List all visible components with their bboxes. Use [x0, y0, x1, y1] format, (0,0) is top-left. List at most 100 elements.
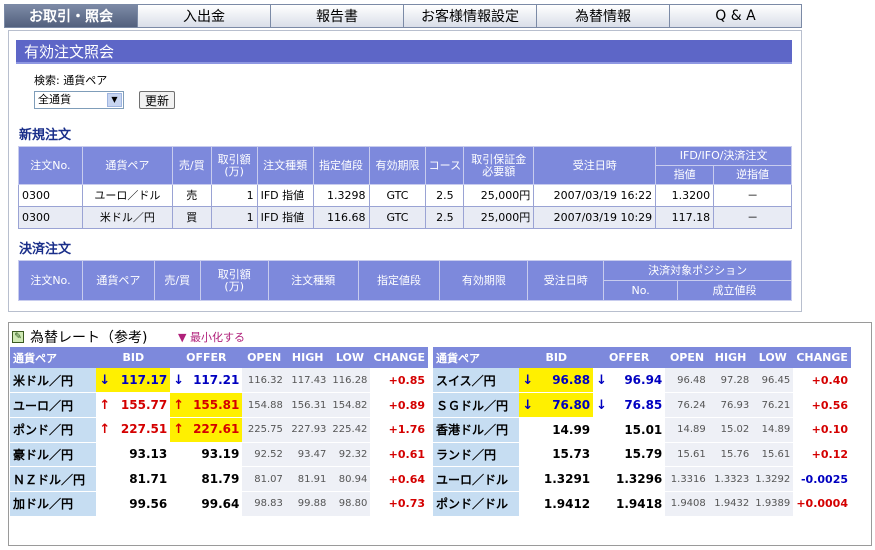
- change-value: +0.12: [793, 442, 851, 468]
- chevron-down-icon[interactable]: ▼: [107, 93, 122, 107]
- arrow-down-icon: ↓: [522, 397, 534, 413]
- open-value: 81.07: [242, 466, 286, 492]
- rate-row[interactable]: ランド／円 15.73 15.79 15.61 15.76 15.61 +0.12: [433, 442, 851, 468]
- rate-row[interactable]: ポンド／ドル 1.9412 1.9418 1.9408 1.9432 1.9389 +0.0…: [433, 491, 851, 517]
- low-value: 96.45: [752, 368, 794, 394]
- currency-pair: ユーロ／円: [10, 392, 97, 418]
- rate-row[interactable]: ポンド／円 ↑ 227.51 ↑ 227.61 225.75 227.93 225.42 +1.…: [10, 417, 428, 443]
- offer-cell: ↑ 155.81: [170, 392, 243, 418]
- table-cell: 買: [171, 206, 212, 229]
- low-value: 98.80: [329, 491, 371, 517]
- table-cell: 2007/03/19 16:22: [533, 184, 657, 207]
- bid-value: 15.73: [552, 447, 591, 462]
- table-row[interactable]: 0300 米ドル／円買 1 IFD 指値 116.68 GTC 2.5 25,000円 2007…: [18, 206, 792, 229]
- table-cell: 1: [210, 206, 258, 229]
- table-cell: －: [713, 206, 792, 229]
- rates-column-header: LOW: [329, 347, 371, 368]
- currency-pair: ポンド／ドル: [433, 491, 520, 517]
- table-cell: 2.5: [425, 184, 465, 207]
- main-tabs: お取引・照会 入出金 報告書 お客様情報設定 為替情報 Q & A: [4, 4, 802, 28]
- rates-column-header: HIGH: [708, 347, 753, 368]
- high-value: 156.31: [285, 392, 330, 418]
- currency-pair: スイス／円: [433, 368, 520, 394]
- column-header: コース: [425, 146, 465, 185]
- minimize-link[interactable]: ▼ 最小化する: [178, 329, 245, 345]
- high-value: 117.43: [285, 368, 330, 394]
- column-header: 注文No.: [18, 146, 83, 185]
- bid-cell: 14.99: [519, 417, 594, 443]
- tab-fx-info[interactable]: 為替情報: [536, 4, 669, 28]
- rates-column-header: LOW: [752, 347, 794, 368]
- change-value: +0.56: [793, 392, 851, 418]
- currency-pair: ＮＺドル／円: [10, 466, 97, 492]
- rate-row[interactable]: ユーロ／ドル 1.3291 1.3296 1.3316 1.3323 1.3292 -0.0…: [433, 466, 851, 492]
- rates-column-header: 通貨ペア: [433, 347, 520, 368]
- bid-value: 99.56: [129, 496, 168, 511]
- column-header: 決済対象ポジション: [603, 260, 792, 281]
- currency-pair: ＳＧドル／円: [433, 392, 520, 418]
- rate-row[interactable]: ユーロ／円 ↑ 155.77 ↑ 155.81 154.88 156.31 154.82 +0.…: [10, 392, 428, 418]
- column-header: 取引額 (万): [199, 260, 269, 301]
- low-value: 15.61: [752, 442, 794, 468]
- search-label: 検索: 通貨ペア: [34, 74, 108, 87]
- open-value: 76.24: [665, 392, 709, 418]
- tab-reports[interactable]: 報告書: [270, 4, 403, 28]
- rate-row[interactable]: スイス／円 ↓ 96.88 ↓ 96.94 96.48 97.28 96.45 +0.40: [433, 368, 851, 394]
- rate-row[interactable]: 豪ドル／円 93.13 93.19 92.52 93.47 92.32 +0.61: [10, 442, 428, 468]
- column-header: 売/買: [153, 260, 201, 301]
- column-header: 取引保証金 必要額: [463, 146, 535, 185]
- high-value: 1.3323: [708, 466, 753, 492]
- tab-deposit[interactable]: 入出金: [137, 4, 270, 28]
- rates-column-header: OFFER: [170, 347, 243, 368]
- open-value: 98.83: [242, 491, 286, 517]
- rate-row[interactable]: 加ドル／円 99.56 99.64 98.83 99.88 98.80 +0.73: [10, 491, 428, 517]
- change-value: +0.10: [793, 417, 851, 443]
- tab-qa[interactable]: Q & A: [669, 4, 802, 28]
- table-row[interactable]: 0300 ユーロ／ドル売 1 IFD 指値 1.3298 GTC 2.5 25,000円 200…: [18, 184, 792, 207]
- bid-cell: ↓ 76.80: [519, 392, 594, 418]
- arrow-down-icon: ↓: [522, 372, 534, 388]
- open-value: 1.3316: [665, 466, 709, 492]
- bid-value: 1.3291: [543, 472, 591, 487]
- table-cell: 米ドル／円: [81, 206, 173, 229]
- open-value: 225.75: [242, 417, 286, 443]
- tab-customer-settings[interactable]: お客様情報設定: [403, 4, 536, 28]
- currency-pair-select-value: 全通貨: [38, 93, 71, 106]
- offer-value: 1.3296: [615, 472, 663, 487]
- high-value: 15.76: [708, 442, 753, 468]
- high-value: 81.91: [285, 466, 330, 492]
- table-cell: 0300: [18, 206, 83, 229]
- rate-row[interactable]: 香港ドル／円 14.99 15.01 14.89 15.02 14.89 +0.10: [433, 417, 851, 443]
- tab-trading[interactable]: お取引・照会: [4, 4, 137, 28]
- rate-row[interactable]: ＮＺドル／円 81.71 81.79 81.07 81.91 80.94 +0.64: [10, 466, 428, 492]
- offer-value: 93.19: [201, 447, 240, 462]
- table-cell: IFD 指値: [256, 184, 314, 207]
- currency-pair-select[interactable]: 全通貨 ▼: [34, 91, 124, 109]
- low-value: 154.82: [329, 392, 371, 418]
- rate-row[interactable]: ＳＧドル／円 ↓ 76.80 ↓ 76.85 76.24 76.93 76.21 +0.56: [433, 392, 851, 418]
- currency-pair: 米ドル／円: [10, 368, 97, 394]
- column-header: 受注日時: [527, 260, 605, 301]
- bid-value: 117.17: [120, 372, 168, 387]
- offer-cell: ↓ 117.21: [170, 368, 243, 394]
- offer-value: 81.79: [201, 472, 240, 487]
- offer-value: 117.21: [193, 372, 240, 387]
- currency-pair: ユーロ／ドル: [433, 466, 520, 492]
- rates-column-header: OPEN: [242, 347, 286, 368]
- bid-cell: 15.73: [519, 442, 594, 468]
- bid-cell: ↓ 117.17: [96, 368, 171, 394]
- rate-row[interactable]: 米ドル／円 ↓ 117.17 ↓ 117.21 116.32 117.43 116.28 +0.…: [10, 368, 428, 394]
- arrow-down-icon: ↓: [99, 372, 111, 388]
- offer-value: 96.94: [624, 372, 663, 387]
- offer-cell: ↓ 76.85: [593, 392, 666, 418]
- change-value: +0.61: [370, 442, 428, 468]
- open-value: 96.48: [665, 368, 709, 394]
- update-button[interactable]: 更新: [139, 91, 175, 109]
- settle-orders-title: 決済注文: [19, 242, 72, 257]
- arrow-up-icon: ↑: [99, 422, 111, 438]
- offer-cell: 93.19: [170, 442, 243, 468]
- offer-value: 1.9418: [615, 496, 663, 511]
- table-cell: 1.3200: [655, 184, 715, 207]
- currency-pair: 香港ドル／円: [433, 417, 520, 443]
- column-subheader: 逆指値: [713, 165, 792, 185]
